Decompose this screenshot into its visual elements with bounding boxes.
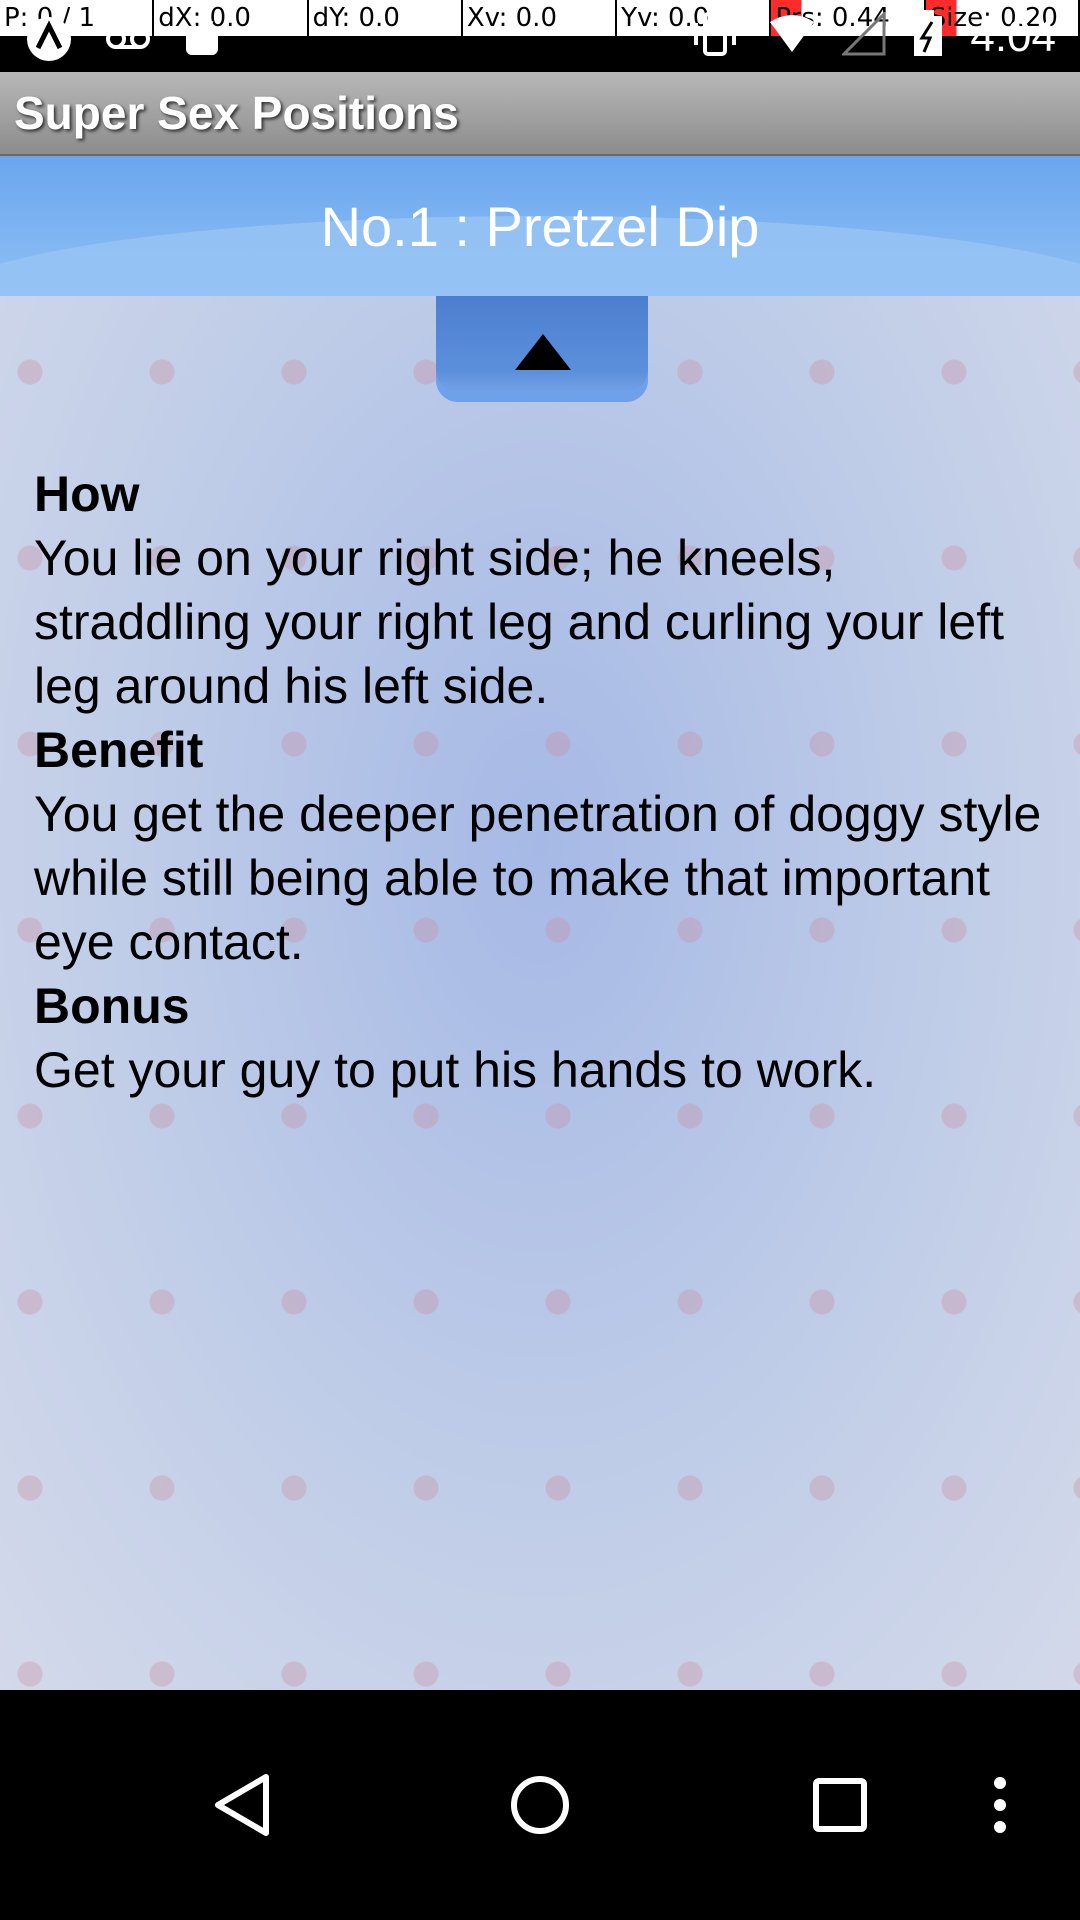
app-icon (24, 14, 74, 69)
app-title: Super Sex Positions (14, 87, 459, 139)
section-heading-how: How (34, 466, 140, 522)
back-icon (215, 1774, 269, 1836)
navigation-bar (0, 1690, 1080, 1920)
voicemail-icon (104, 24, 152, 59)
section-text-how: You lie on your right side; he kneels, s… (34, 530, 1004, 714)
overflow-menu-button[interactable] (940, 1690, 1060, 1920)
position-details: How You lie on your right side; he kneel… (34, 462, 1054, 1102)
section-heading-benefit: Benefit (34, 722, 204, 778)
up-arrow-icon (515, 334, 571, 370)
status-icons-left (24, 14, 222, 69)
wifi-icon (768, 14, 816, 59)
section-text-bonus: Get your guy to put his hands to work. (34, 1042, 877, 1098)
collapse-toggle-button[interactable] (436, 296, 648, 402)
recents-button[interactable] (760, 1690, 920, 1920)
position-title: No.1 : Pretzel Dip (320, 195, 760, 258)
back-button[interactable] (162, 1690, 322, 1920)
position-header-banner: No.1 : Pretzel Dip (0, 156, 1080, 296)
section-text-benefit: You get the deeper penetration of doggy … (34, 786, 1042, 970)
signal-icon (840, 10, 886, 61)
section-heading-bonus: Bonus (34, 978, 190, 1034)
debug-dy: dY: 0.0 (308, 0, 463, 36)
android-icon (182, 19, 222, 64)
position-content[interactable]: No.1 : Pretzel Dip How You lie on your r… (0, 156, 1080, 1690)
app-title-bar: Super Sex Positions (0, 72, 1080, 156)
overflow-menu-icon (994, 1777, 1006, 1833)
battery-icon (912, 10, 944, 63)
home-button[interactable] (460, 1690, 620, 1920)
status-bar: P: 0 / 1 dX: 0.0 dY: 0.0 Xv: 0.0 Yv: 0.0… (0, 0, 1080, 72)
vibrate-icon (688, 11, 742, 62)
status-icons-right: 4:04 (688, 10, 1056, 63)
debug-xv: Xv: 0.0 (462, 0, 618, 36)
home-icon (511, 1776, 569, 1834)
recents-icon (813, 1778, 867, 1832)
status-clock: 4:04 (970, 11, 1056, 61)
